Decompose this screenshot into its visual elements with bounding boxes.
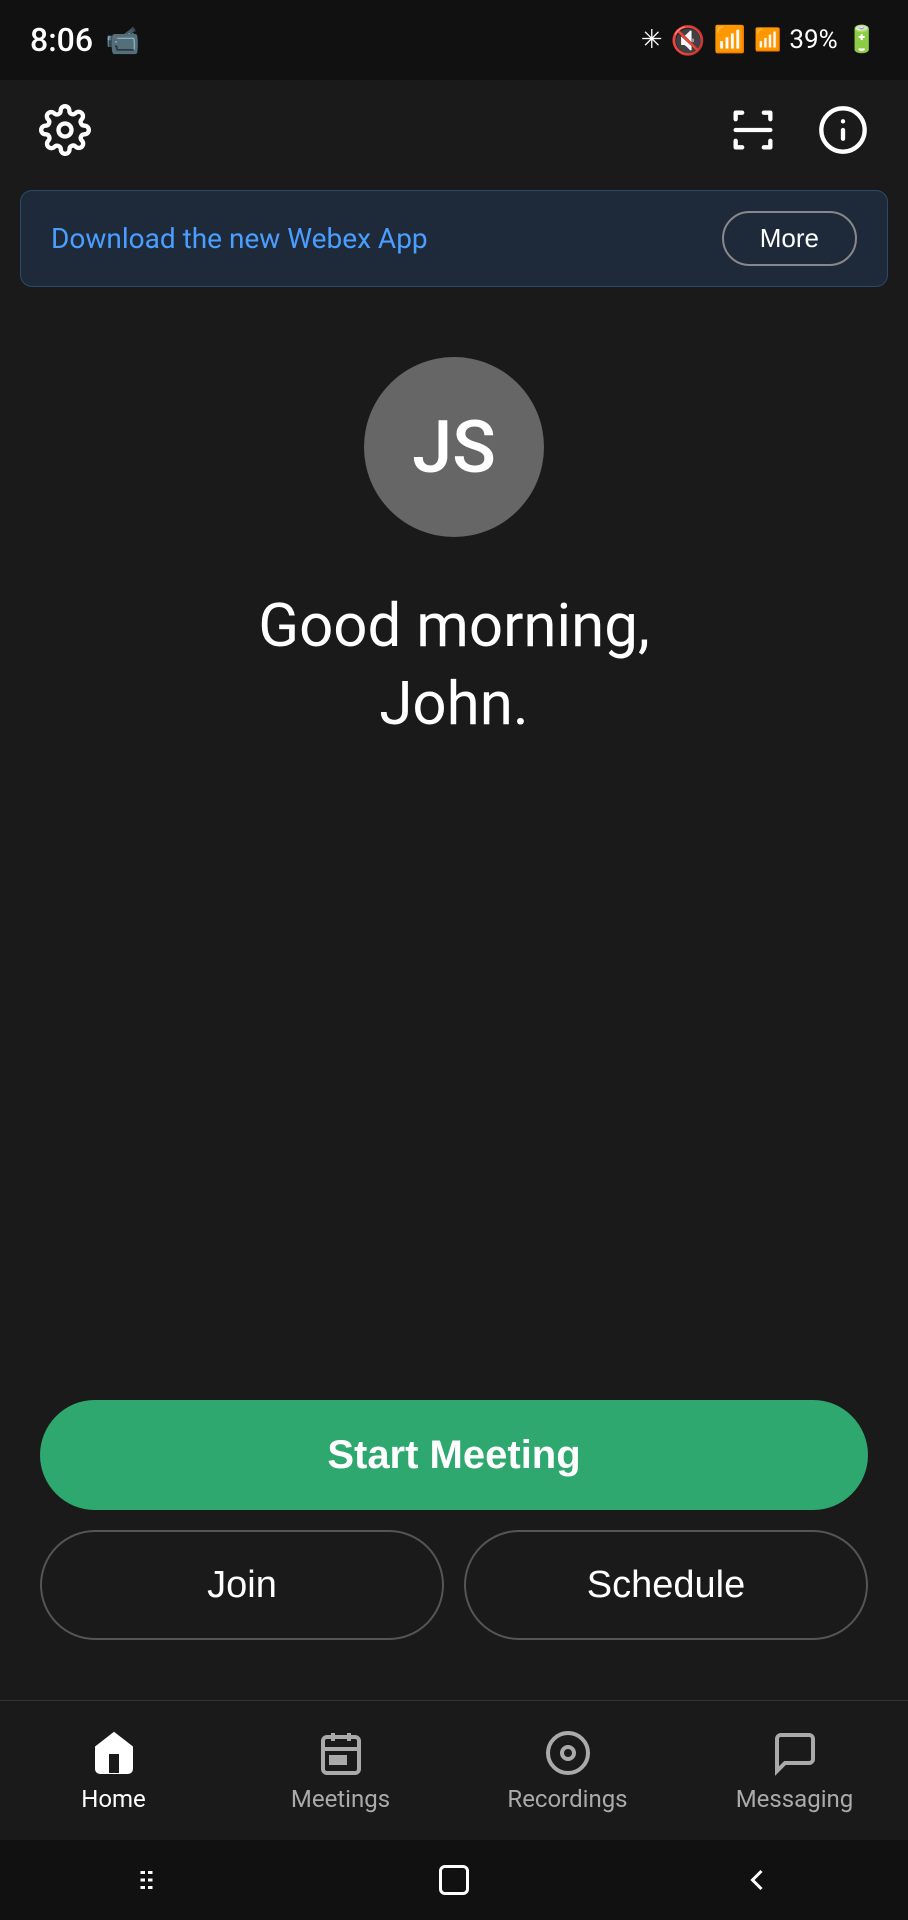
info-button[interactable] (808, 95, 878, 165)
nav-messaging[interactable]: Messaging (681, 1729, 908, 1813)
status-icons-right: ✳ 🔇 📶 📶 39% 🔋 (641, 24, 878, 57)
nav-home[interactable]: Home (0, 1729, 227, 1813)
time-display: 8:06 (30, 21, 93, 59)
meetings-icon (317, 1729, 365, 1777)
join-button[interactable]: Join (40, 1530, 444, 1640)
user-avatar: JS (364, 357, 544, 537)
status-bar: 8:06 📹 ✳ 🔇 📶 📶 39% 🔋 (0, 0, 908, 80)
nav-recordings[interactable]: Recordings (454, 1729, 681, 1813)
wifi-icon: 📶 (714, 25, 746, 55)
signal-icon: 📶 (754, 28, 781, 53)
home-icon (90, 1729, 138, 1777)
info-icon (817, 104, 869, 156)
system-navigation (0, 1840, 908, 1920)
nav-meetings[interactable]: Meetings (227, 1729, 454, 1813)
home-hardware-icon (436, 1862, 472, 1898)
banner-text: Download the new Webex App (51, 222, 428, 255)
schedule-button[interactable]: Schedule (464, 1530, 868, 1640)
messaging-icon (771, 1729, 819, 1777)
bluetooth-icon: ✳ (641, 25, 663, 55)
scan-icon (727, 104, 779, 156)
battery-icon: 🔋 (846, 25, 878, 55)
start-meeting-button[interactable]: Start Meeting (40, 1400, 868, 1510)
settings-icon (39, 104, 91, 156)
header-right-icons (718, 95, 878, 165)
recents-button[interactable] (133, 1862, 169, 1898)
status-time: 8:06 📹 (30, 21, 140, 59)
download-banner: Download the new Webex App More (20, 190, 888, 287)
avatar-initials: JS (412, 405, 496, 490)
action-area: Start Meeting Join Schedule (0, 1400, 908, 1640)
greeting-name: John. (379, 668, 528, 739)
video-indicator: 📹 (105, 24, 140, 57)
secondary-buttons: Join Schedule (40, 1530, 868, 1640)
back-icon (739, 1862, 775, 1898)
nav-home-label: Home (81, 1785, 146, 1813)
main-content: JS Good morning, John. (0, 297, 908, 783)
nav-messaging-label: Messaging (736, 1785, 854, 1813)
back-button[interactable] (739, 1862, 775, 1898)
recents-icon (133, 1862, 169, 1898)
bottom-navigation: Home Meetings Recordings Messaging (0, 1700, 908, 1840)
home-button[interactable] (436, 1862, 472, 1898)
nav-meetings-label: Meetings (291, 1785, 390, 1813)
app-header (0, 80, 908, 180)
banner-more-button[interactable]: More (722, 211, 857, 266)
scan-button[interactable] (718, 95, 788, 165)
recordings-icon (544, 1729, 592, 1777)
battery-percentage: 39% (789, 25, 837, 55)
nav-recordings-label: Recordings (507, 1785, 627, 1813)
greeting-text: Good morning, John. (258, 587, 650, 743)
greeting-line1: Good morning, (258, 590, 650, 661)
settings-button[interactable] (30, 95, 100, 165)
mute-icon: 🔇 (671, 24, 706, 57)
